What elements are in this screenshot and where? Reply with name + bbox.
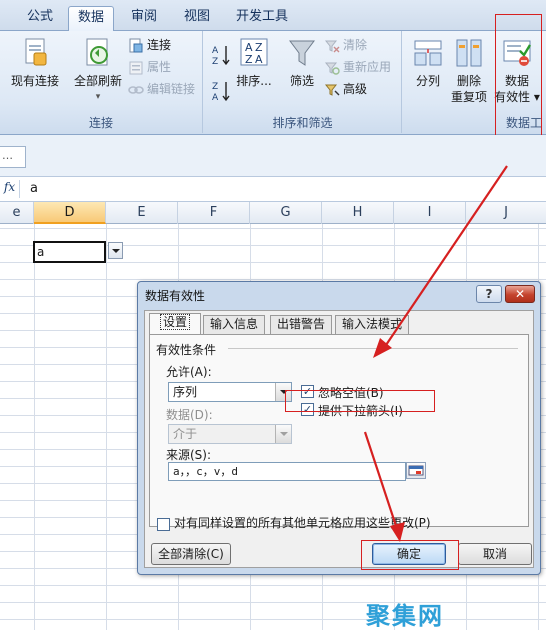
watermark-logo: 聚集网 — [366, 602, 444, 630]
annotation-arrows — [363, 165, 508, 542]
arrow-to-checkbox — [383, 165, 508, 349]
arrow-to-ok — [363, 431, 400, 533]
arrow-head-ok — [390, 522, 405, 542]
